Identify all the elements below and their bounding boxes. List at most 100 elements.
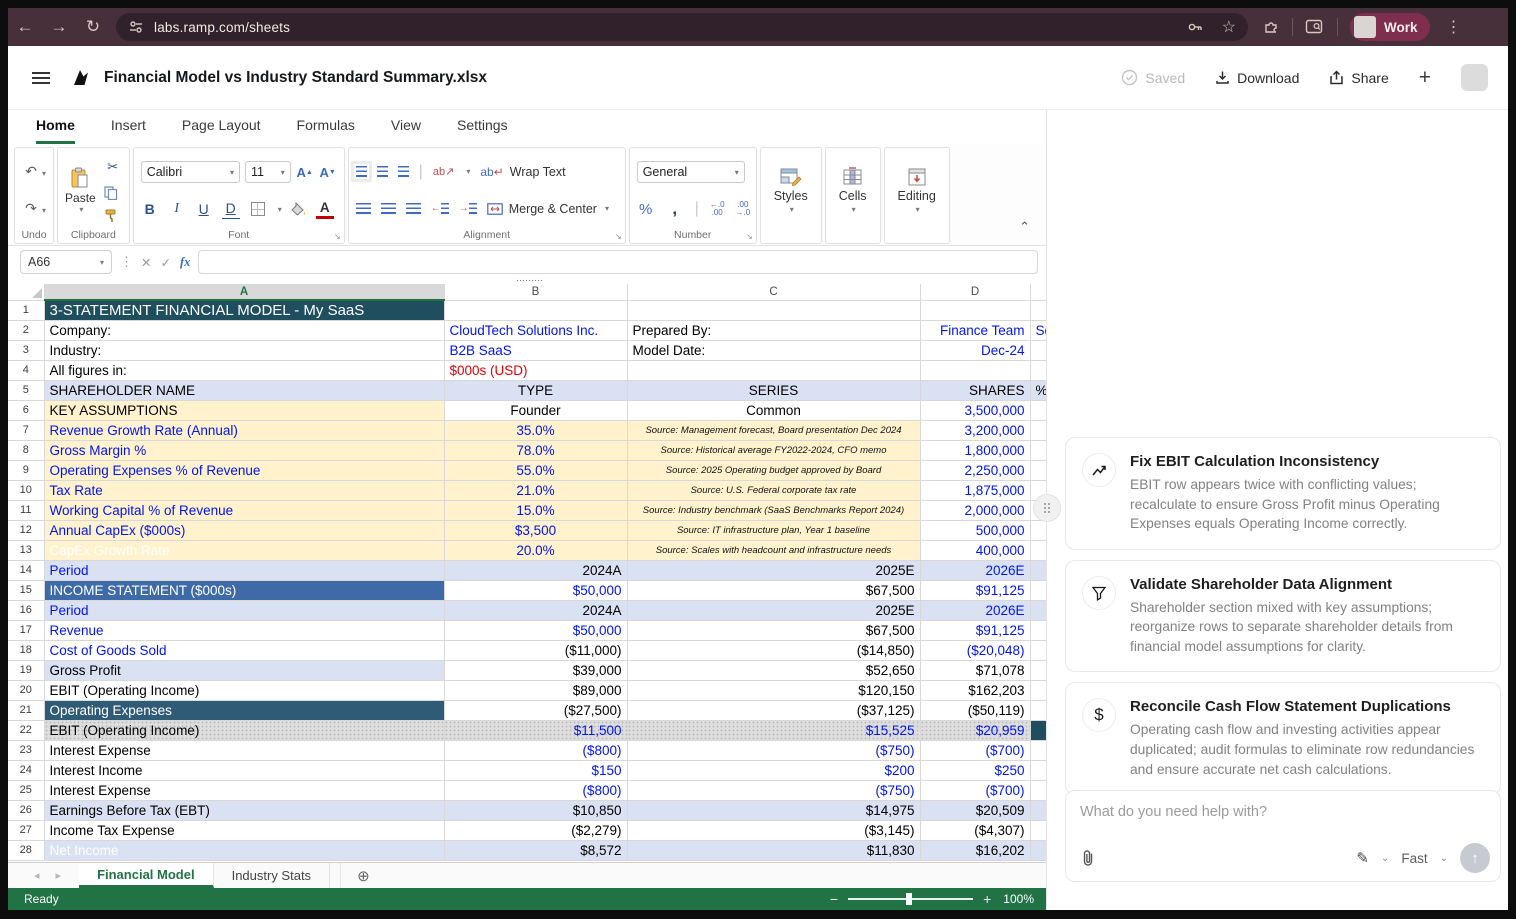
cell-C11[interactable]: Source: Industry benchmark (SaaS Benchma… xyxy=(627,500,920,520)
url-text[interactable]: labs.ramp.com/sheets xyxy=(154,20,290,35)
increase-indent-icon[interactable]: → xyxy=(459,199,477,219)
browser-reload-button[interactable]: ↻ xyxy=(76,17,110,37)
cell-B13[interactable]: 20.0% xyxy=(444,540,627,560)
cell-D15[interactable]: $91,125 xyxy=(920,580,1030,600)
cell-B14[interactable]: 2024A xyxy=(444,560,627,580)
cell-A23[interactable]: Interest Expense xyxy=(44,740,444,760)
cell-D11[interactable]: 2,000,000 xyxy=(920,500,1030,520)
row-header-14[interactable]: 14 xyxy=(8,560,44,580)
cell-D28[interactable]: $16,202 xyxy=(920,840,1030,860)
ribbon-tab-insert[interactable]: Insert xyxy=(111,117,146,144)
cell-E24[interactable] xyxy=(1030,760,1046,780)
ribbon-tab-settings[interactable]: Settings xyxy=(457,117,508,144)
align-right-icon[interactable] xyxy=(406,203,421,214)
row-header-5[interactable]: 5 xyxy=(8,380,44,400)
alignment-dialog-launcher-icon[interactable]: ↘ xyxy=(615,232,622,241)
cell-A15[interactable]: INCOME STATEMENT ($000s) xyxy=(44,580,444,600)
cell-C17[interactable]: $67,500 xyxy=(627,620,920,640)
cell-A3[interactable]: Industry: xyxy=(44,340,444,360)
comma-style-icon[interactable]: , xyxy=(666,199,684,219)
cell-A5[interactable]: SHAREHOLDER NAME xyxy=(44,380,444,400)
cell-B26[interactable]: $10,850 xyxy=(444,800,627,820)
decrease-indent-icon[interactable]: ← xyxy=(431,199,449,219)
hamburger-menu-icon[interactable] xyxy=(32,69,50,87)
cell-D25[interactable]: ($700) xyxy=(920,780,1030,800)
cell-E16[interactable] xyxy=(1030,600,1046,620)
zoom-in-icon[interactable]: + xyxy=(983,891,991,907)
row-header-8[interactable]: 8 xyxy=(8,440,44,460)
bold-icon[interactable]: B xyxy=(141,199,159,219)
cell-E27[interactable] xyxy=(1030,820,1046,840)
cell-B2[interactable]: CloudTech Solutions Inc. xyxy=(444,320,627,340)
copy-icon[interactable] xyxy=(104,186,118,200)
row-header-1[interactable]: 1 xyxy=(8,300,44,320)
row-header-12[interactable]: 12 xyxy=(8,520,44,540)
align-left-icon[interactable] xyxy=(356,203,371,214)
cell-B15[interactable]: $50,000 xyxy=(444,580,627,600)
cell-C24[interactable]: $200 xyxy=(627,760,920,780)
formula-bar-options-icon[interactable]: ⋮ xyxy=(120,254,133,270)
column-header-A[interactable]: A xyxy=(44,284,444,300)
cell-A25[interactable]: Interest Expense xyxy=(44,780,444,800)
cells-button[interactable]: Cells ▾ xyxy=(833,167,873,214)
cell-D21[interactable]: ($50,119) xyxy=(920,700,1030,720)
row-header-7[interactable]: 7 xyxy=(8,420,44,440)
row-header-17[interactable]: 17 xyxy=(8,620,44,640)
decrease-font-icon[interactable]: A▼ xyxy=(319,162,337,182)
cell-C18[interactable]: ($14,850) xyxy=(627,640,920,660)
chat-box[interactable]: ✎ ⌄ Fast ⌄ ↑ xyxy=(1065,790,1501,882)
cell-B17[interactable]: $50,000 xyxy=(444,620,627,640)
user-avatar[interactable] xyxy=(1461,64,1488,91)
cut-icon[interactable]: ✂ xyxy=(104,157,122,177)
cell-A7[interactable]: Revenue Growth Rate (Annual) xyxy=(44,420,444,440)
cell-D17[interactable]: $91,125 xyxy=(920,620,1030,640)
cell-D13[interactable]: 400,000 xyxy=(920,540,1030,560)
row-header-24[interactable]: 24 xyxy=(8,760,44,780)
sheet-nav-right-icon[interactable]: ▸ xyxy=(56,869,62,882)
cell-A27[interactable]: Income Tax Expense xyxy=(44,820,444,840)
decrease-decimal-icon[interactable]: .00→.0 xyxy=(736,201,751,217)
collapse-ribbon-icon[interactable]: ⌃ xyxy=(1019,219,1030,235)
cell-E6[interactable] xyxy=(1030,400,1046,420)
row-header-28[interactable]: 28 xyxy=(8,840,44,860)
cell-A10[interactable]: Tax Rate xyxy=(44,480,444,500)
cell-A4[interactable]: All figures in: xyxy=(44,360,444,380)
cell-B11[interactable]: 15.0% xyxy=(444,500,627,520)
cell-E25[interactable] xyxy=(1030,780,1046,800)
row-header-11[interactable]: 11 xyxy=(8,500,44,520)
cell-E14[interactable] xyxy=(1030,560,1046,580)
panel-drag-handle[interactable] xyxy=(1033,494,1061,522)
cell-A9[interactable]: Operating Expenses % of Revenue xyxy=(44,460,444,480)
cell-A21[interactable]: Operating Expenses xyxy=(44,700,444,720)
edit-mode-chevron-icon[interactable]: ⌄ xyxy=(1381,853,1389,864)
cell-A26[interactable]: Earnings Before Tax (EBT) xyxy=(44,800,444,820)
cell-D26[interactable]: $20,509 xyxy=(920,800,1030,820)
cell-C15[interactable]: $67,500 xyxy=(627,580,920,600)
italic-icon[interactable]: I xyxy=(168,199,186,219)
new-document-button[interactable]: + xyxy=(1419,66,1431,90)
row-header-18[interactable]: 18 xyxy=(8,640,44,660)
cell-D6[interactable]: 3,500,000 xyxy=(920,400,1030,420)
cell-D9[interactable]: 2,250,000 xyxy=(920,460,1030,480)
cell-A12[interactable]: Annual CapEx ($000s) xyxy=(44,520,444,540)
merge-center-button[interactable]: Merge & Center ▾ xyxy=(487,202,609,216)
row-header-20[interactable]: 20 xyxy=(8,680,44,700)
edit-mode-icon[interactable]: ✎ xyxy=(1356,849,1369,867)
number-format-select[interactable]: General▾ xyxy=(637,161,745,183)
sheet-nav-left-icon[interactable]: ◂ xyxy=(34,869,40,882)
cell-D4[interactable] xyxy=(920,360,1030,380)
column-header-C[interactable]: C xyxy=(627,284,920,300)
row-header-19[interactable]: 19 xyxy=(8,660,44,680)
cell-E9[interactable] xyxy=(1030,460,1046,480)
wrap-text-button[interactable]: ab↵ Wrap Text xyxy=(480,165,565,179)
search-tabs-icon[interactable] xyxy=(1305,18,1325,36)
cell-D27[interactable]: ($4,307) xyxy=(920,820,1030,840)
font-dialog-launcher-icon[interactable]: ↘ xyxy=(334,232,341,241)
cell-C28[interactable]: $11,830 xyxy=(627,840,920,860)
increase-font-icon[interactable]: A▲ xyxy=(296,162,314,182)
row-header-22[interactable]: 22 xyxy=(8,720,44,740)
column-header-D[interactable]: D xyxy=(920,284,1030,300)
cell-C10[interactable]: Source: U.S. Federal corporate tax rate xyxy=(627,480,920,500)
editing-button[interactable]: Editing ▾ xyxy=(892,167,942,214)
suggestion-card-1[interactable]: Fix EBIT Calculation InconsistencyEBIT r… xyxy=(1065,437,1501,550)
